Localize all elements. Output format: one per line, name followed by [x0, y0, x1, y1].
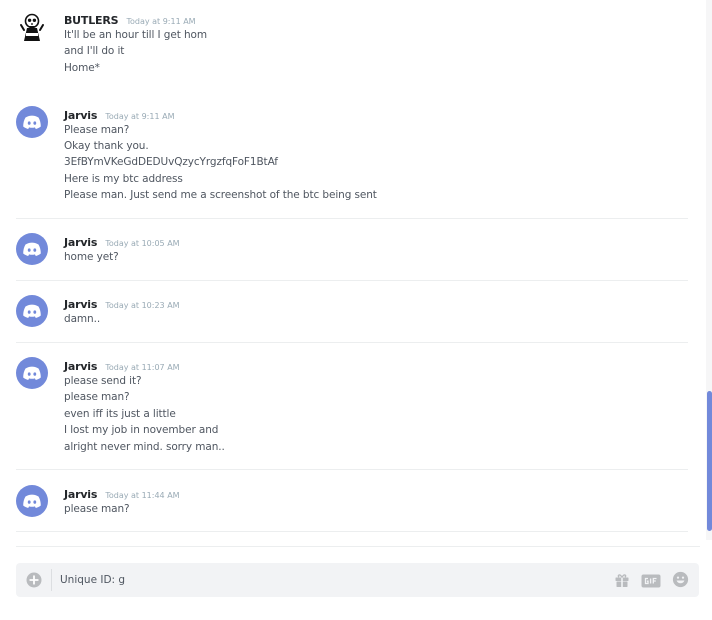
discord-default-avatar[interactable] — [16, 485, 48, 517]
message-text: please send it? — [64, 375, 142, 387]
timestamp: Today at 9:11 AM — [105, 112, 175, 121]
message-text: 3EfBYmVKeGdDEDUvQzycYrgzfqFoF1BtAf — [64, 156, 278, 168]
username[interactable]: Jarvis — [64, 360, 97, 373]
message-composer — [0, 546, 712, 620]
discord-default-avatar[interactable] — [16, 233, 48, 265]
scrollbar-thumb[interactable] — [707, 391, 712, 531]
message-text: even iff its just a little — [64, 408, 176, 420]
message-text: Please man. Just send me a screenshot of… — [64, 189, 377, 201]
message-divider — [16, 469, 688, 470]
timestamp: Today at 9:11 AM — [126, 17, 196, 26]
message-divider — [16, 342, 688, 343]
message-divider — [16, 531, 688, 532]
discord-default-avatar[interactable] — [16, 295, 48, 327]
message-divider — [16, 218, 688, 219]
discord-logo-icon — [23, 494, 41, 508]
message-header: BUTLERS Today at 9:11 AM — [64, 12, 196, 29]
message-header: Jarvis Today at 9:11 AM — [64, 107, 174, 124]
timestamp: Today at 10:23 AM — [105, 301, 180, 310]
message-list[interactable]: BUTLERS Today at 9:11 AM It'll be an hou… — [0, 0, 700, 548]
message-text: I lost my job in november and — [64, 424, 219, 436]
username[interactable]: Jarvis — [64, 488, 97, 501]
message-header: Jarvis Today at 10:23 AM — [64, 296, 180, 313]
message-text: Here is my btc address — [64, 173, 183, 185]
message-text: Please man? — [64, 124, 130, 136]
discord-default-avatar[interactable] — [16, 106, 48, 138]
username[interactable]: Jarvis — [64, 236, 97, 249]
username[interactable]: Jarvis — [64, 298, 97, 311]
message-text: It'll be an hour till I get hom — [64, 29, 207, 41]
gif-icon[interactable] — [641, 573, 661, 588]
composer-box — [16, 563, 699, 597]
message-header: Jarvis Today at 11:07 AM — [64, 358, 180, 375]
skeleton-avatar[interactable] — [16, 12, 48, 44]
message-text: alright never mind. sorry man.. — [64, 441, 225, 453]
plus-circle-icon[interactable] — [26, 572, 42, 588]
skeleton-icon — [20, 13, 44, 41]
message-input[interactable] — [60, 571, 580, 589]
discord-logo-icon — [23, 304, 41, 318]
timestamp: Today at 11:44 AM — [105, 491, 180, 500]
message-text: home yet? — [64, 251, 119, 263]
discord-logo-icon — [23, 115, 41, 129]
scrollbar[interactable] — [706, 0, 712, 540]
timestamp: Today at 11:07 AM — [105, 363, 180, 372]
discord-default-avatar[interactable] — [16, 357, 48, 389]
message-text: and I'll do it — [64, 45, 125, 57]
message-header: Jarvis Today at 10:05 AM — [64, 234, 180, 251]
username[interactable]: BUTLERS — [64, 14, 119, 27]
upload-divider — [51, 569, 52, 591]
message-divider — [16, 280, 688, 281]
message-text: please man? — [64, 503, 130, 515]
message-text: Okay thank you. — [64, 140, 149, 152]
message-text: please man? — [64, 391, 130, 403]
username[interactable]: Jarvis — [64, 109, 97, 122]
discord-logo-icon — [23, 242, 41, 256]
composer-divider — [16, 546, 700, 547]
timestamp: Today at 10:05 AM — [105, 239, 180, 248]
message-header: Jarvis Today at 11:44 AM — [64, 486, 180, 503]
gift-icon[interactable] — [614, 572, 630, 588]
discord-logo-icon — [23, 366, 41, 380]
message-text: damn.. — [64, 313, 101, 325]
message-text: Home* — [64, 62, 100, 74]
emoji-icon[interactable] — [672, 571, 689, 588]
